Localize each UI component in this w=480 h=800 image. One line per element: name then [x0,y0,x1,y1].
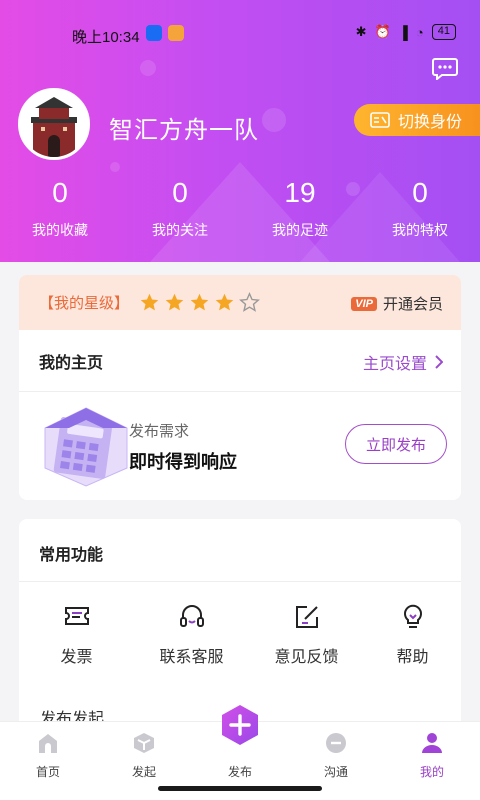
lightbulb-icon [403,604,422,628]
divider [19,581,461,582]
home-icon [39,734,57,753]
function-invoice[interactable]: 发票 [19,603,134,667]
function-label: 意见反馈 [274,649,339,666]
calculator-illustration-icon [44,407,128,487]
function-help[interactable]: 帮助 [364,603,461,667]
edit-icon [295,606,318,628]
decor-bubble [262,108,286,132]
profile-card: 【我的星级】 VIP 开通会员 我的主页 主页设置 发布需求 即时得到响应 立即… [19,275,461,500]
team-name: 智汇方舟一队 [109,117,259,144]
star-filled-icon [165,293,184,311]
message-icon[interactable] [432,58,458,80]
stat-label: 我的足迹 [272,222,328,238]
tab-label: 首页 [35,765,60,779]
decor-bubble [110,162,120,172]
function-label: 联系客服 [159,649,224,666]
status-icons: ✱ ⏰ ▐ ◔ 41 [356,24,456,40]
vip-badge: VIP [351,296,377,311]
function-label: 发票 [60,649,93,666]
stat-value: 19 [284,177,316,208]
star-level-row: 【我的星级】 VIP 开通会员 [19,275,461,330]
gate-tower-icon [21,91,87,157]
star-rating [139,292,260,313]
function-label: 帮助 [396,649,429,666]
tab-label: 我的 [419,765,444,779]
stats-row: 0 我的收藏 0 我的关注 19 我的足迹 0 我的特权 [0,176,480,240]
star-filled-icon [190,293,209,311]
functions-title: 常用功能 [39,547,104,564]
status-time: 晚上10:34 [72,29,140,46]
open-membership-label: 开通会员 [382,296,443,313]
homepage-settings-label: 主页设置 [362,356,427,373]
cube-icon [134,733,154,753]
id-card-icon [370,112,390,128]
bluetooth-icon: ✱ [355,24,367,39]
stat-footprints[interactable]: 19 我的足迹 [240,176,360,240]
functions-grid: 发票 联系客服 意见反馈 帮助 [19,603,461,667]
avatar[interactable] [18,88,90,160]
publish-subtitle: 发布需求 [129,423,190,440]
ticket-icon [64,607,89,625]
star-level-label: 【我的星级】 [39,295,130,312]
home-indicator [158,786,322,791]
chevron-right-icon [435,355,443,369]
publish-demand-section: 发布需求 即时得到响应 立即发布 [19,392,461,500]
headset-icon [179,605,204,627]
function-feedback[interactable]: 意见反馈 [249,603,364,667]
stat-label: 我的收藏 [32,222,88,238]
publish-title: 即时得到响应 [129,452,237,472]
function-customer-service[interactable]: 联系客服 [134,603,249,667]
star-filled-icon [215,293,234,311]
stat-label: 我的特权 [392,222,448,238]
status-bar: 晚上10:34 ✱ ⏰ ▐ ◔ 41 [0,0,480,66]
wifi-icon: ◔ [415,24,424,40]
user-icon [422,733,442,753]
open-membership-button[interactable]: VIP 开通会员 [351,293,443,314]
tab-label: 沟通 [323,765,348,779]
tab-label: 发布 [227,765,252,779]
stat-privileges[interactable]: 0 我的特权 [360,176,480,240]
switch-identity-label: 切换身份 [398,114,463,131]
my-homepage-row: 我的主页 主页设置 [19,330,461,392]
switch-identity-button[interactable]: 切换身份 [354,104,480,136]
stat-following[interactable]: 0 我的关注 [120,176,240,240]
stat-value: 0 [412,177,428,208]
star-filled-icon [140,293,159,311]
app-notification-icon [146,25,162,41]
battery-indicator: 41 [431,24,456,40]
stat-value: 0 [52,177,68,208]
star-outline-icon [239,292,260,312]
chat-icon [326,733,346,753]
my-homepage-title: 我的主页 [39,354,104,372]
stat-favorites[interactable]: 0 我的收藏 [0,176,120,240]
stat-label: 我的关注 [152,222,208,238]
plus-hexagon-icon[interactable] [219,704,261,746]
alarm-icon: ⏰ [374,24,391,39]
publish-now-button[interactable]: 立即发布 [345,424,447,464]
app-notification-icon [168,25,184,41]
homepage-settings-link[interactable]: 主页设置 [363,350,443,374]
stat-value: 0 [172,177,188,208]
signal-icon: ▐ [398,24,408,40]
tab-label: 发起 [131,765,156,779]
